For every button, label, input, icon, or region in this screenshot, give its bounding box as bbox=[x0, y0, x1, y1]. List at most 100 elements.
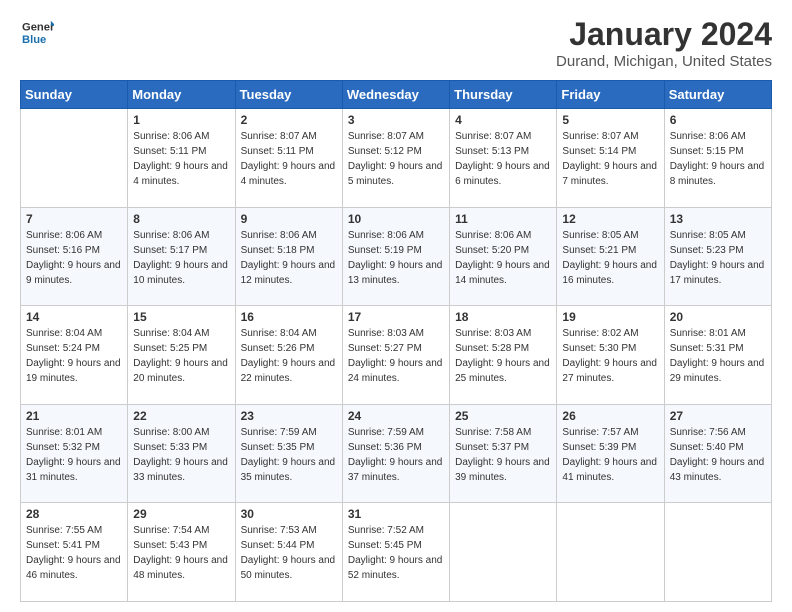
day-number: 8 bbox=[133, 212, 229, 226]
day-number: 13 bbox=[670, 212, 766, 226]
day-info: Sunrise: 7:58 AMSunset: 5:37 PMDaylight:… bbox=[455, 425, 551, 485]
logo: General Blue bbox=[20, 16, 54, 53]
day-info: Sunrise: 8:07 AMSunset: 5:14 PMDaylight:… bbox=[562, 129, 658, 189]
day-number: 16 bbox=[241, 310, 337, 324]
day-info: Sunrise: 8:06 AMSunset: 5:20 PMDaylight:… bbox=[455, 228, 551, 288]
day-number: 6 bbox=[670, 113, 766, 127]
weekday-header-saturday: Saturday bbox=[664, 81, 771, 109]
calendar-week-4: 21 Sunrise: 8:01 AMSunset: 5:32 PMDaylig… bbox=[21, 404, 772, 503]
calendar-cell: 3 Sunrise: 8:07 AMSunset: 5:12 PMDayligh… bbox=[342, 109, 449, 208]
day-number: 25 bbox=[455, 409, 551, 423]
calendar-cell: 17 Sunrise: 8:03 AMSunset: 5:27 PMDaylig… bbox=[342, 306, 449, 405]
day-number: 2 bbox=[241, 113, 337, 127]
day-number: 7 bbox=[26, 212, 122, 226]
day-info: Sunrise: 8:06 AMSunset: 5:15 PMDaylight:… bbox=[670, 129, 766, 189]
day-info: Sunrise: 8:07 AMSunset: 5:11 PMDaylight:… bbox=[241, 129, 337, 189]
calendar-cell: 14 Sunrise: 8:04 AMSunset: 5:24 PMDaylig… bbox=[21, 306, 128, 405]
calendar-cell: 16 Sunrise: 8:04 AMSunset: 5:26 PMDaylig… bbox=[235, 306, 342, 405]
calendar-cell: 27 Sunrise: 7:56 AMSunset: 5:40 PMDaylig… bbox=[664, 404, 771, 503]
day-info: Sunrise: 8:04 AMSunset: 5:26 PMDaylight:… bbox=[241, 326, 337, 386]
calendar-week-5: 28 Sunrise: 7:55 AMSunset: 5:41 PMDaylig… bbox=[21, 503, 772, 602]
calendar-cell: 30 Sunrise: 7:53 AMSunset: 5:44 PMDaylig… bbox=[235, 503, 342, 602]
day-number: 3 bbox=[348, 113, 444, 127]
calendar-cell: 12 Sunrise: 8:05 AMSunset: 5:21 PMDaylig… bbox=[557, 207, 664, 306]
weekday-header-tuesday: Tuesday bbox=[235, 81, 342, 109]
calendar-cell: 26 Sunrise: 7:57 AMSunset: 5:39 PMDaylig… bbox=[557, 404, 664, 503]
header: General Blue January 2024 Durand, Michig… bbox=[20, 16, 772, 70]
calendar-week-1: 1 Sunrise: 8:06 AMSunset: 5:11 PMDayligh… bbox=[21, 109, 772, 208]
day-info: Sunrise: 8:00 AMSunset: 5:33 PMDaylight:… bbox=[133, 425, 229, 485]
day-number: 19 bbox=[562, 310, 658, 324]
day-info: Sunrise: 8:06 AMSunset: 5:16 PMDaylight:… bbox=[26, 228, 122, 288]
calendar-cell: 29 Sunrise: 7:54 AMSunset: 5:43 PMDaylig… bbox=[128, 503, 235, 602]
day-number: 18 bbox=[455, 310, 551, 324]
weekday-header-friday: Friday bbox=[557, 81, 664, 109]
day-number: 11 bbox=[455, 212, 551, 226]
calendar-cell: 11 Sunrise: 8:06 AMSunset: 5:20 PMDaylig… bbox=[450, 207, 557, 306]
weekday-header-row: SundayMondayTuesdayWednesdayThursdayFrid… bbox=[21, 81, 772, 109]
day-number: 1 bbox=[133, 113, 229, 127]
day-number: 31 bbox=[348, 507, 444, 521]
svg-text:General: General bbox=[22, 21, 54, 33]
calendar-cell: 13 Sunrise: 8:05 AMSunset: 5:23 PMDaylig… bbox=[664, 207, 771, 306]
day-number: 28 bbox=[26, 507, 122, 521]
calendar-cell: 2 Sunrise: 8:07 AMSunset: 5:11 PMDayligh… bbox=[235, 109, 342, 208]
day-number: 17 bbox=[348, 310, 444, 324]
weekday-header-monday: Monday bbox=[128, 81, 235, 109]
calendar-cell: 31 Sunrise: 7:52 AMSunset: 5:45 PMDaylig… bbox=[342, 503, 449, 602]
day-number: 24 bbox=[348, 409, 444, 423]
calendar-subtitle: Durand, Michigan, United States bbox=[556, 53, 772, 70]
day-info: Sunrise: 8:04 AMSunset: 5:25 PMDaylight:… bbox=[133, 326, 229, 386]
calendar-cell: 7 Sunrise: 8:06 AMSunset: 5:16 PMDayligh… bbox=[21, 207, 128, 306]
day-number: 21 bbox=[26, 409, 122, 423]
day-info: Sunrise: 8:01 AMSunset: 5:32 PMDaylight:… bbox=[26, 425, 122, 485]
calendar-cell bbox=[664, 503, 771, 602]
calendar-cell: 15 Sunrise: 8:04 AMSunset: 5:25 PMDaylig… bbox=[128, 306, 235, 405]
day-info: Sunrise: 8:02 AMSunset: 5:30 PMDaylight:… bbox=[562, 326, 658, 386]
logo-icon: General Blue bbox=[22, 16, 54, 48]
day-number: 30 bbox=[241, 507, 337, 521]
day-info: Sunrise: 7:57 AMSunset: 5:39 PMDaylight:… bbox=[562, 425, 658, 485]
calendar-cell: 5 Sunrise: 8:07 AMSunset: 5:14 PMDayligh… bbox=[557, 109, 664, 208]
day-info: Sunrise: 7:59 AMSunset: 5:35 PMDaylight:… bbox=[241, 425, 337, 485]
day-info: Sunrise: 8:05 AMSunset: 5:23 PMDaylight:… bbox=[670, 228, 766, 288]
calendar-cell: 22 Sunrise: 8:00 AMSunset: 5:33 PMDaylig… bbox=[128, 404, 235, 503]
svg-text:Blue: Blue bbox=[22, 34, 46, 46]
day-number: 29 bbox=[133, 507, 229, 521]
calendar-week-2: 7 Sunrise: 8:06 AMSunset: 5:16 PMDayligh… bbox=[21, 207, 772, 306]
calendar-title: January 2024 bbox=[556, 16, 772, 53]
day-number: 20 bbox=[670, 310, 766, 324]
day-number: 4 bbox=[455, 113, 551, 127]
calendar-cell: 4 Sunrise: 8:07 AMSunset: 5:13 PMDayligh… bbox=[450, 109, 557, 208]
day-info: Sunrise: 8:05 AMSunset: 5:21 PMDaylight:… bbox=[562, 228, 658, 288]
day-info: Sunrise: 7:55 AMSunset: 5:41 PMDaylight:… bbox=[26, 523, 122, 583]
day-info: Sunrise: 8:06 AMSunset: 5:18 PMDaylight:… bbox=[241, 228, 337, 288]
weekday-header-wednesday: Wednesday bbox=[342, 81, 449, 109]
calendar-cell: 19 Sunrise: 8:02 AMSunset: 5:30 PMDaylig… bbox=[557, 306, 664, 405]
day-info: Sunrise: 8:01 AMSunset: 5:31 PMDaylight:… bbox=[670, 326, 766, 386]
calendar-body: 1 Sunrise: 8:06 AMSunset: 5:11 PMDayligh… bbox=[21, 109, 772, 602]
day-info: Sunrise: 7:53 AMSunset: 5:44 PMDaylight:… bbox=[241, 523, 337, 583]
weekday-header-sunday: Sunday bbox=[21, 81, 128, 109]
calendar-cell: 10 Sunrise: 8:06 AMSunset: 5:19 PMDaylig… bbox=[342, 207, 449, 306]
calendar-cell: 25 Sunrise: 7:58 AMSunset: 5:37 PMDaylig… bbox=[450, 404, 557, 503]
calendar-cell: 9 Sunrise: 8:06 AMSunset: 5:18 PMDayligh… bbox=[235, 207, 342, 306]
calendar-table: SundayMondayTuesdayWednesdayThursdayFrid… bbox=[20, 80, 772, 602]
calendar-cell bbox=[21, 109, 128, 208]
day-number: 9 bbox=[241, 212, 337, 226]
calendar-week-3: 14 Sunrise: 8:04 AMSunset: 5:24 PMDaylig… bbox=[21, 306, 772, 405]
day-number: 23 bbox=[241, 409, 337, 423]
day-info: Sunrise: 7:56 AMSunset: 5:40 PMDaylight:… bbox=[670, 425, 766, 485]
calendar-cell: 21 Sunrise: 8:01 AMSunset: 5:32 PMDaylig… bbox=[21, 404, 128, 503]
day-info: Sunrise: 8:03 AMSunset: 5:27 PMDaylight:… bbox=[348, 326, 444, 386]
day-info: Sunrise: 7:52 AMSunset: 5:45 PMDaylight:… bbox=[348, 523, 444, 583]
calendar-cell: 28 Sunrise: 7:55 AMSunset: 5:41 PMDaylig… bbox=[21, 503, 128, 602]
calendar-cell: 8 Sunrise: 8:06 AMSunset: 5:17 PMDayligh… bbox=[128, 207, 235, 306]
day-info: Sunrise: 8:06 AMSunset: 5:17 PMDaylight:… bbox=[133, 228, 229, 288]
day-info: Sunrise: 8:04 AMSunset: 5:24 PMDaylight:… bbox=[26, 326, 122, 386]
day-info: Sunrise: 8:06 AMSunset: 5:11 PMDaylight:… bbox=[133, 129, 229, 189]
day-info: Sunrise: 7:59 AMSunset: 5:36 PMDaylight:… bbox=[348, 425, 444, 485]
day-number: 10 bbox=[348, 212, 444, 226]
calendar-cell: 6 Sunrise: 8:06 AMSunset: 5:15 PMDayligh… bbox=[664, 109, 771, 208]
day-number: 14 bbox=[26, 310, 122, 324]
